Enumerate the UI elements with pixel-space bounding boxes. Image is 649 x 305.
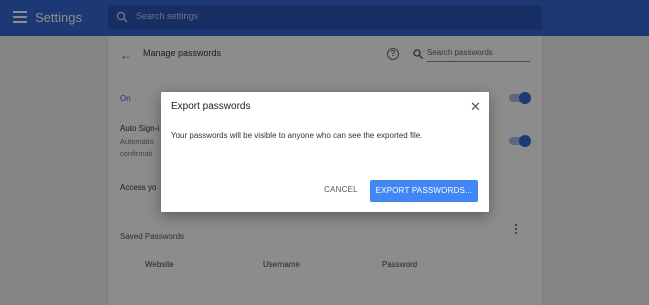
dialog-title: Export passwords [171, 101, 251, 112]
cancel-button[interactable]: CANCEL [316, 182, 366, 198]
close-icon[interactable]: ✕ [470, 100, 481, 113]
export-passwords-button[interactable]: EXPORT PASSWORDS... [370, 180, 478, 202]
dialog-message: Your passwords will be visible to anyone… [171, 131, 423, 140]
export-passwords-dialog: Export passwords ✕ Your passwords will b… [161, 92, 489, 212]
